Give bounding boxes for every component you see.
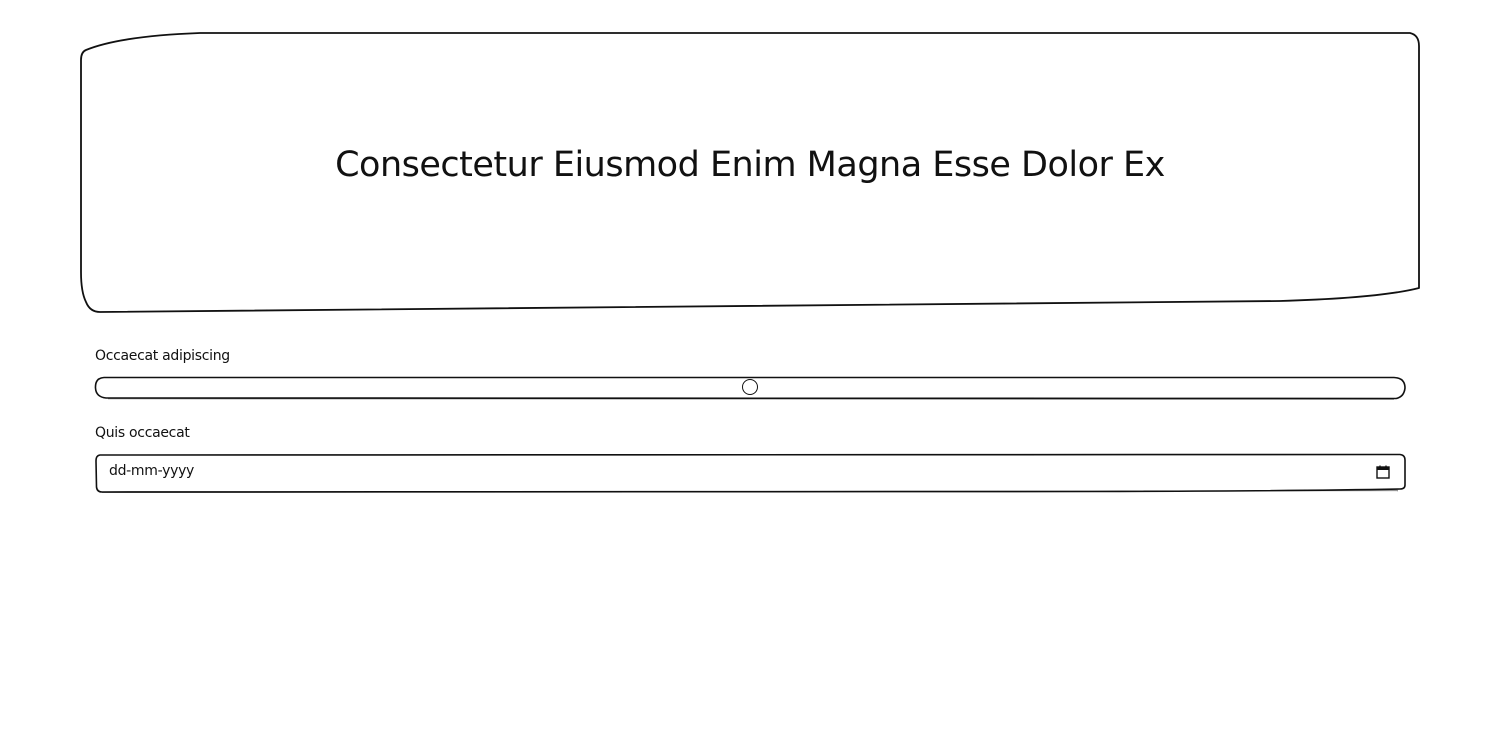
- range-label: Occaecat adipiscing: [95, 348, 230, 364]
- hero-title: Consectetur Eiusmod Enim Magna Esse Dolo…: [335, 145, 1165, 185]
- slider-thumb[interactable]: [742, 379, 758, 395]
- calendar-icon[interactable]: [1376, 465, 1390, 479]
- hero-banner: Consectetur Eiusmod Enim Magna Esse Dolo…: [80, 32, 1420, 314]
- date-placeholder: dd-mm-yyyy: [109, 463, 195, 479]
- range-slider[interactable]: [94, 376, 1406, 400]
- page: Consectetur Eiusmod Enim Magna Esse Dolo…: [0, 0, 1500, 752]
- date-label: Quis occaecat: [95, 425, 190, 441]
- date-input-frame: [95, 453, 1406, 493]
- date-input[interactable]: dd-mm-yyyy: [94, 453, 1406, 493]
